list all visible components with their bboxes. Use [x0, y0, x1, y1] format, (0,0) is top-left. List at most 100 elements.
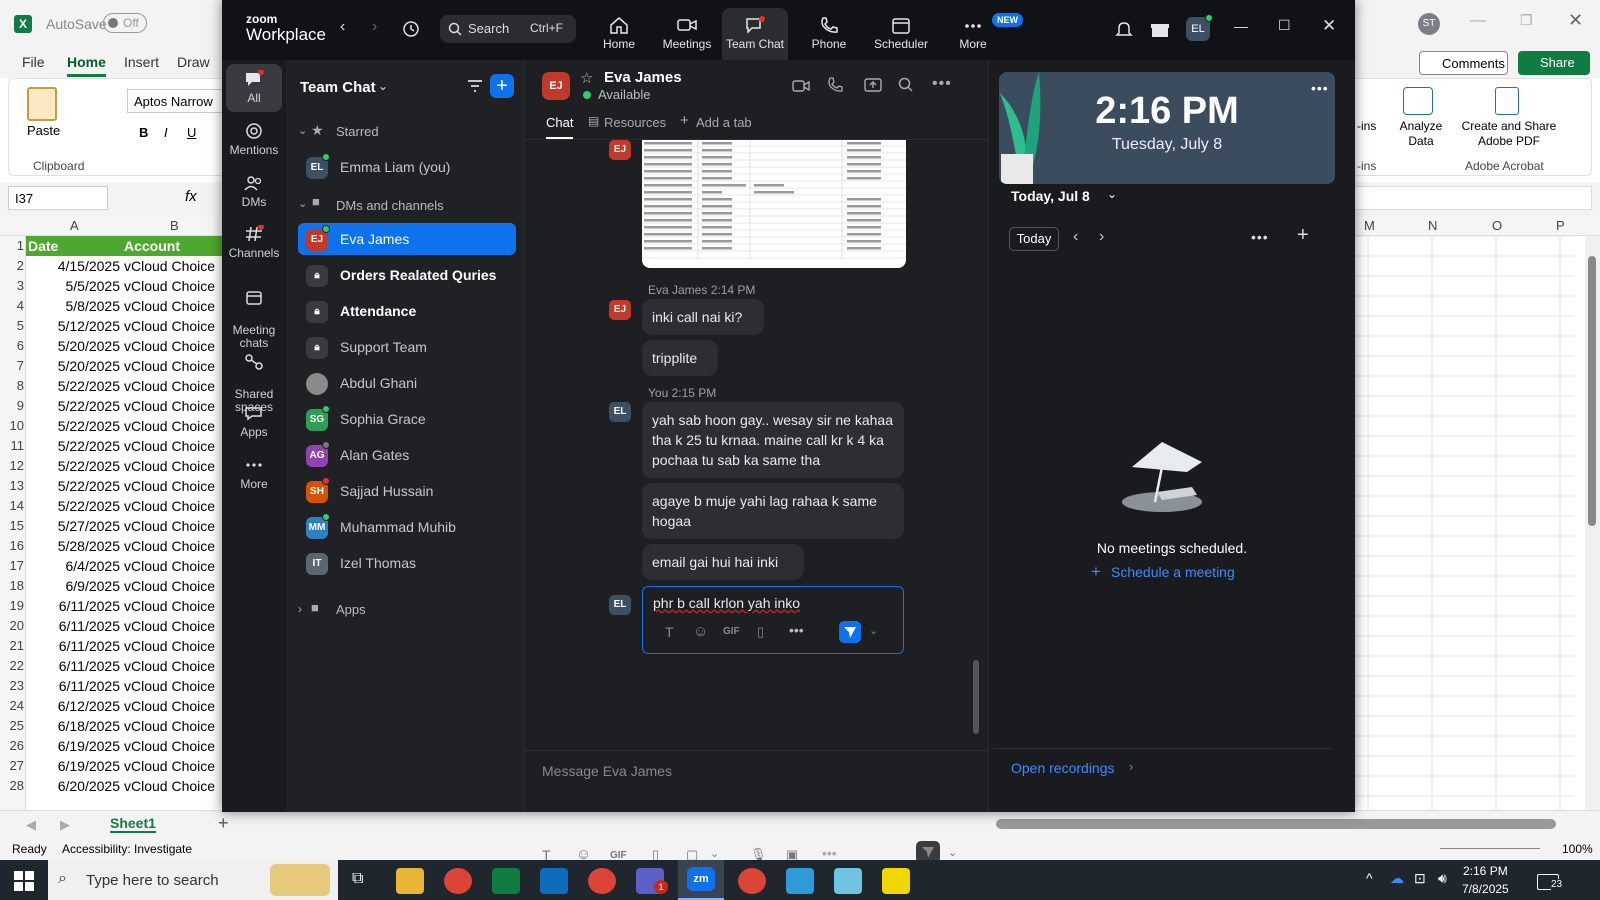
add-icon[interactable]: +: [1091, 562, 1101, 582]
chevron-down-icon[interactable]: ⌄: [710, 847, 719, 860]
minimize-icon[interactable]: —: [1470, 12, 1486, 30]
list-item[interactable]: EL Emma Liam (you): [298, 151, 516, 183]
filter-icon[interactable]: [466, 78, 484, 94]
taskbar-search-input[interactable]: Type here to search: [86, 872, 219, 889]
row-number[interactable]: 3: [0, 278, 24, 293]
accessibility-status[interactable]: Accessibility: Investigate: [62, 842, 192, 856]
date-cell[interactable]: 6/20/2025: [28, 776, 120, 796]
chevron-down-icon[interactable]: ⌄: [298, 197, 307, 210]
column-header-n[interactable]: N: [1428, 218, 1437, 233]
account-cell[interactable]: vCloud Choice: [124, 596, 215, 616]
row-number[interactable]: 22: [0, 658, 24, 673]
more-icon[interactable]: •••: [932, 75, 952, 93]
sheet-tab[interactable]: Sheet1: [110, 815, 156, 833]
autosave-toggle[interactable]: Off: [103, 13, 147, 33]
task-view-icon[interactable]: ⧉: [352, 870, 363, 888]
column-header-a[interactable]: A: [70, 218, 79, 233]
row-number[interactable]: 12: [0, 458, 24, 473]
message-bubble[interactable]: yah sab hoon gay.. wesay sir ne kahaa th…: [642, 402, 904, 478]
gif-icon[interactable]: GIF: [723, 626, 740, 637]
open-recordings-link[interactable]: Open recordings: [1011, 760, 1115, 776]
zoom-percent[interactable]: 100%: [1562, 842, 1593, 856]
taskbar-zoom-active[interactable]: zm: [678, 860, 724, 900]
horizontal-scrollbar[interactable]: [996, 819, 1556, 829]
chevron-down-icon[interactable]: ⌄: [298, 124, 307, 137]
close-icon[interactable]: ✕: [1322, 16, 1336, 36]
header-cell-date[interactable]: Date: [28, 236, 58, 256]
today-button[interactable]: Today: [1009, 227, 1059, 251]
thread-scrollbar[interactable]: [973, 660, 979, 734]
file-explorer-icon[interactable]: [396, 868, 424, 894]
date-cell[interactable]: 6/11/2025: [28, 656, 120, 676]
edit-message-input[interactable]: phr b call krlon yah inko: [653, 595, 800, 611]
row-number[interactable]: 6: [0, 338, 24, 353]
date-cell[interactable]: 5/22/2025: [28, 456, 120, 476]
chrome-icon[interactable]: [444, 868, 472, 894]
row-number[interactable]: 9: [0, 398, 24, 413]
account-cell[interactable]: vCloud Choice: [124, 776, 215, 796]
account-cell[interactable]: vCloud Choice: [124, 276, 215, 296]
date-cell[interactable]: 5/27/2025: [28, 516, 120, 536]
sticky-notes-icon[interactable]: [882, 868, 910, 894]
account-cell[interactable]: vCloud Choice: [124, 696, 215, 716]
account-cell[interactable]: vCloud Choice: [124, 456, 215, 476]
nav-scheduler[interactable]: Scheduler: [868, 8, 934, 60]
chrome-icon[interactable]: [738, 868, 766, 894]
row-number[interactable]: 24: [0, 698, 24, 713]
screenshot-attachment[interactable]: [642, 140, 906, 268]
more-icon[interactable]: •••: [1311, 80, 1329, 96]
chat-title[interactable]: Eva James: [604, 69, 682, 86]
bold-button[interactable]: B: [139, 125, 148, 140]
list-item[interactable]: MM Muhammad Muhib: [298, 511, 516, 543]
column-header-m[interactable]: M: [1364, 218, 1375, 233]
list-item[interactable]: 🔒︎ Support Team: [298, 331, 516, 363]
account-cell[interactable]: vCloud Choice: [124, 536, 215, 556]
list-item[interactable]: Abdul Ghani: [298, 367, 516, 399]
taskbar-time[interactable]: 2:16 PM: [1463, 864, 1508, 878]
date-cell[interactable]: 5/20/2025: [28, 356, 120, 376]
analyze-data-icon[interactable]: [1403, 87, 1433, 115]
date-cell[interactable]: 5/22/2025: [28, 476, 120, 496]
tab-home[interactable]: Home: [67, 54, 106, 77]
avatar[interactable]: ST: [1418, 13, 1440, 35]
close-icon[interactable]: ✕: [1568, 10, 1583, 31]
new-chat-button[interactable]: +: [490, 74, 514, 98]
taskbar-search[interactable]: ⌕ Type here to search: [48, 860, 338, 900]
date-cell[interactable]: 5/22/2025: [28, 376, 120, 396]
row-number[interactable]: 7: [0, 358, 24, 373]
chevron-down-icon[interactable]: ⌄: [948, 846, 957, 859]
row-number[interactable]: 10: [0, 418, 24, 433]
date-cell[interactable]: 6/19/2025: [28, 756, 120, 776]
rail-apps[interactable]: Apps: [226, 404, 282, 439]
list-title[interactable]: Team Chat: [300, 79, 376, 96]
formula-input[interactable]: [1340, 186, 1592, 210]
rail-meeting-chats[interactable]: Meeting chats: [226, 276, 282, 350]
list-item[interactable]: IT Izel Thomas: [298, 547, 516, 579]
analyze-data-button[interactable]: Analyze Data: [1391, 119, 1451, 149]
search-input[interactable]: Search Ctrl+F: [440, 15, 576, 43]
chevron-up-icon[interactable]: ^: [1366, 870, 1373, 886]
row-number[interactable]: 19: [0, 598, 24, 613]
comments-button[interactable]: Comments: [1419, 51, 1508, 75]
more-icon[interactable]: •••: [1251, 229, 1269, 245]
account-cell[interactable]: vCloud Choice: [124, 356, 215, 376]
bell-icon[interactable]: [1115, 20, 1133, 38]
row-number[interactable]: 16: [0, 538, 24, 553]
phone-icon[interactable]: [827, 77, 843, 93]
date-cell[interactable]: 6/18/2025: [28, 716, 120, 736]
rail-shared-spaces[interactable]: Shared spaces: [226, 340, 282, 414]
tab-draw[interactable]: Draw: [177, 54, 210, 70]
date-cell[interactable]: 5/12/2025: [28, 316, 120, 336]
list-item[interactable]: 🔒︎ Attendance: [298, 295, 516, 327]
windows-start-icon[interactable]: [14, 871, 34, 891]
date-cell[interactable]: 5/28/2025: [28, 536, 120, 556]
date-cell[interactable]: 6/11/2025: [28, 596, 120, 616]
account-cell[interactable]: vCloud Choice: [124, 256, 215, 276]
chevron-left-icon[interactable]: ‹: [1073, 228, 1078, 246]
add-sheet-icon[interactable]: +: [218, 813, 229, 834]
tab-file[interactable]: File: [22, 54, 45, 70]
rail-all[interactable]: All: [226, 64, 282, 112]
list-item[interactable]: SH Sajjad Hussain: [298, 475, 516, 507]
paste-icon[interactable]: [27, 87, 57, 121]
account-cell[interactable]: vCloud Choice: [124, 716, 215, 736]
